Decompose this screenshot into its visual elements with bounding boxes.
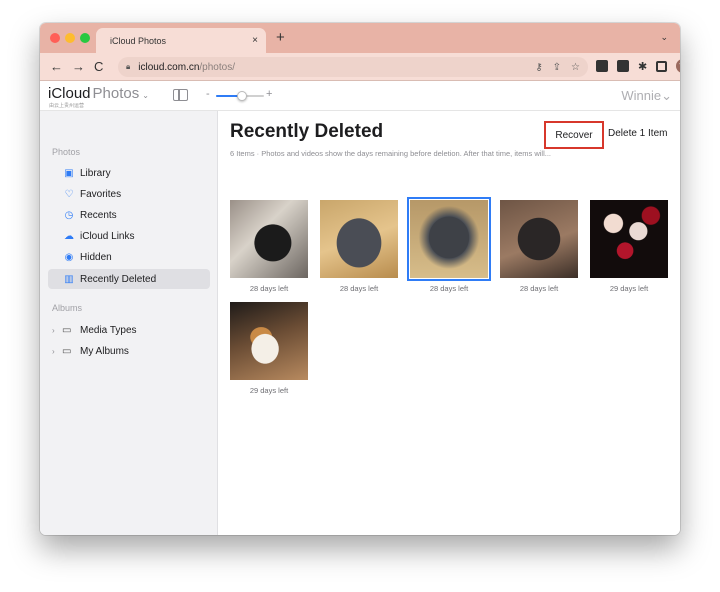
minimize-window-button[interactable] xyxy=(65,33,75,43)
sidebar-item-label: Recently Deleted xyxy=(80,273,157,285)
side-panel-icon[interactable] xyxy=(656,60,668,72)
days-left-label: 28 days left xyxy=(429,284,469,293)
photo-thumbnail-selected[interactable] xyxy=(407,197,491,281)
lock-icon: 🔒︎ xyxy=(126,62,131,71)
days-left-label: 28 days left xyxy=(249,284,289,293)
heart-icon: ♡ xyxy=(64,188,74,200)
tab-bar: iCloud Photos × + ⌄ xyxy=(40,23,680,53)
sidebar-item-favorites[interactable]: ♡ Favorites xyxy=(48,184,210,204)
user-menu[interactable]: Winnie⌄ xyxy=(621,88,672,104)
forward-button[interactable]: → xyxy=(72,59,85,74)
sidebar-item-recents[interactable]: ◷ Recents xyxy=(48,205,210,225)
profile-avatar[interactable]: W xyxy=(676,59,680,73)
app-brand[interactable]: iCloud Photos ⌄ xyxy=(48,85,149,102)
zoom-out-icon[interactable]: - xyxy=(206,88,210,100)
zoom-slider[interactable] xyxy=(216,91,264,101)
chevron-down-icon: ⌄ xyxy=(661,88,672,103)
sidebar-item-icloud-links[interactable]: ☁ iCloud Links xyxy=(48,226,210,246)
tab-search-chevron-icon[interactable]: ⌄ xyxy=(660,32,668,43)
main-content: Recently Deleted Recover Delete 1 Item 6… xyxy=(218,111,680,535)
sidebar-item-label: Library xyxy=(80,167,111,179)
days-left-label: 29 days left xyxy=(609,284,649,293)
sidebar: Photos ▣ Library ♡ Favorites ◷ Recents ☁… xyxy=(40,111,218,535)
sidebar-section-photos: Photos xyxy=(52,147,81,157)
eye-icon: ◉ xyxy=(64,251,74,263)
sidebar-item-label: Hidden xyxy=(80,251,112,263)
browser-window: iCloud Photos × + ⌄ ← → C 🔒︎ icloud.com.… xyxy=(40,23,680,535)
sidebar-item-hidden[interactable]: ◉ Hidden xyxy=(48,247,210,267)
app-header: iCloud Photos ⌄ 由云上贵州运营 - + Winnie⌄ xyxy=(40,81,680,111)
folder-icon: ▭ xyxy=(62,345,72,357)
brand-name: iCloud xyxy=(48,85,91,102)
reload-button[interactable]: C xyxy=(94,59,103,74)
sidebar-item-label: Recents xyxy=(80,209,117,221)
tab-title: iCloud Photos xyxy=(110,35,167,46)
sidebar-item-label: Favorites xyxy=(80,188,122,200)
sidebar-section-albums: Albums xyxy=(52,303,83,313)
back-button[interactable]: ← xyxy=(50,59,63,74)
photo-thumbnail[interactable] xyxy=(590,200,668,278)
url-host: icloud.com.cn xyxy=(138,61,200,73)
photo-thumbnail[interactable] xyxy=(500,200,578,278)
trash-icon: ▥ xyxy=(64,273,74,285)
clock-icon: ◷ xyxy=(64,209,74,221)
browser-tab[interactable]: iCloud Photos × xyxy=(96,28,266,53)
recover-button[interactable]: Recover xyxy=(544,121,604,149)
bookmark-star-icon[interactable]: ☆ xyxy=(571,62,580,73)
brand-subtitle: 由云上贵州运营 xyxy=(49,103,85,109)
days-left-label: 29 days left xyxy=(249,386,289,395)
cloud-link-icon: ☁ xyxy=(64,230,74,242)
photo-thumbnail[interactable] xyxy=(230,200,308,278)
address-bar[interactable]: 🔒︎ icloud.com.cn/photos/ ⚷ ⇪ ☆ xyxy=(118,57,588,77)
library-icon: ▣ xyxy=(64,167,74,179)
url-path: /photos/ xyxy=(199,61,235,73)
zoom-window-button[interactable] xyxy=(80,33,90,43)
days-left-label: 28 days left xyxy=(519,284,559,293)
folder-icon: ▭ xyxy=(62,324,72,336)
sidebar-toggle-icon[interactable] xyxy=(173,89,188,101)
sidebar-item-recently-deleted[interactable]: ▥ Recently Deleted xyxy=(48,269,210,289)
delete-item-button[interactable]: Delete 1 Item xyxy=(608,128,667,139)
new-tab-button[interactable]: + xyxy=(276,29,285,46)
extension-icon[interactable] xyxy=(596,60,608,72)
chevron-right-icon[interactable]: › xyxy=(52,347,62,356)
tab-close-icon[interactable]: × xyxy=(252,35,258,46)
extensions-puzzle-icon[interactable]: ✱ xyxy=(638,60,647,73)
sidebar-item-my-albums[interactable]: › ▭ My Albums xyxy=(48,341,210,361)
photo-thumbnail[interactable] xyxy=(230,302,308,380)
sidebar-item-library[interactable]: ▣ Library xyxy=(48,163,210,183)
days-left-label: 28 days left xyxy=(339,284,379,293)
sidebar-item-label: My Albums xyxy=(80,345,129,357)
chevron-right-icon[interactable]: › xyxy=(52,326,62,335)
page-title: Recently Deleted xyxy=(230,121,384,142)
brand-product: Photos xyxy=(92,85,140,102)
sidebar-item-media-types[interactable]: › ▭ Media Types xyxy=(48,320,210,340)
key-icon[interactable]: ⚷ xyxy=(535,62,542,73)
zoom-slider-knob[interactable] xyxy=(237,91,248,101)
share-icon[interactable]: ⇪ xyxy=(553,62,561,73)
page-subtitle: 6 Items · Photos and videos show the day… xyxy=(230,149,551,158)
extension-icon[interactable] xyxy=(617,60,629,72)
browser-toolbar: ← → C 🔒︎ icloud.com.cn/photos/ ⚷ ⇪ ☆ ✱ W… xyxy=(40,53,680,81)
close-window-button[interactable] xyxy=(50,33,60,43)
photo-thumbnail[interactable] xyxy=(320,200,398,278)
chevron-down-icon: ⌄ xyxy=(142,91,149,100)
sidebar-item-label: iCloud Links xyxy=(80,230,135,242)
sidebar-item-label: Media Types xyxy=(80,324,137,336)
user-name: Winnie xyxy=(621,88,662,103)
zoom-in-icon[interactable]: + xyxy=(266,88,272,100)
